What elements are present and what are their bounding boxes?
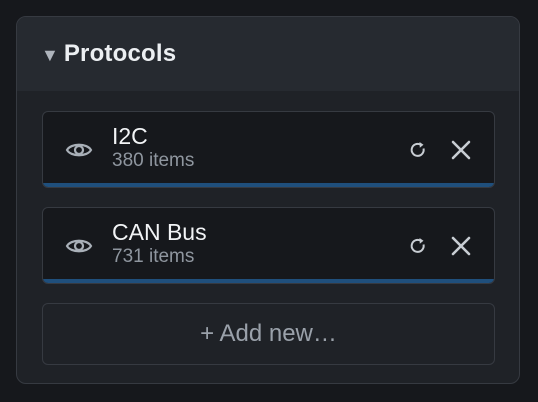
item-text: CAN Bus 731 items [112,219,406,269]
close-icon[interactable] [448,137,474,163]
item-count: 380 items [112,149,195,171]
item-accent-bar [43,279,494,283]
caret-down-icon[interactable]: ▼ [41,45,59,66]
item-count: 731 items [112,245,195,267]
protocol-item-can-bus: CAN Bus 731 items [42,207,495,284]
item-accent-bar [43,183,494,187]
protocol-item-i2c: I2C 380 items [42,111,495,188]
item-name: CAN Bus [112,218,207,245]
item-name: I2C [112,122,148,149]
refresh-icon[interactable] [406,234,430,258]
panel-header[interactable]: ▼ Protocols [17,17,519,91]
panel-body: I2C 380 items CAN Bus 731 items + Add ne… [17,91,519,365]
close-icon[interactable] [448,233,474,259]
add-new-button[interactable]: + Add new… [42,303,495,365]
protocols-panel: ▼ Protocols I2C 380 items CAN Bus 731 it… [16,16,520,384]
refresh-icon[interactable] [406,138,430,162]
eye-icon[interactable] [65,236,93,256]
item-text: I2C 380 items [112,123,406,173]
panel-title: Protocols [63,40,177,67]
eye-icon[interactable] [65,140,93,160]
